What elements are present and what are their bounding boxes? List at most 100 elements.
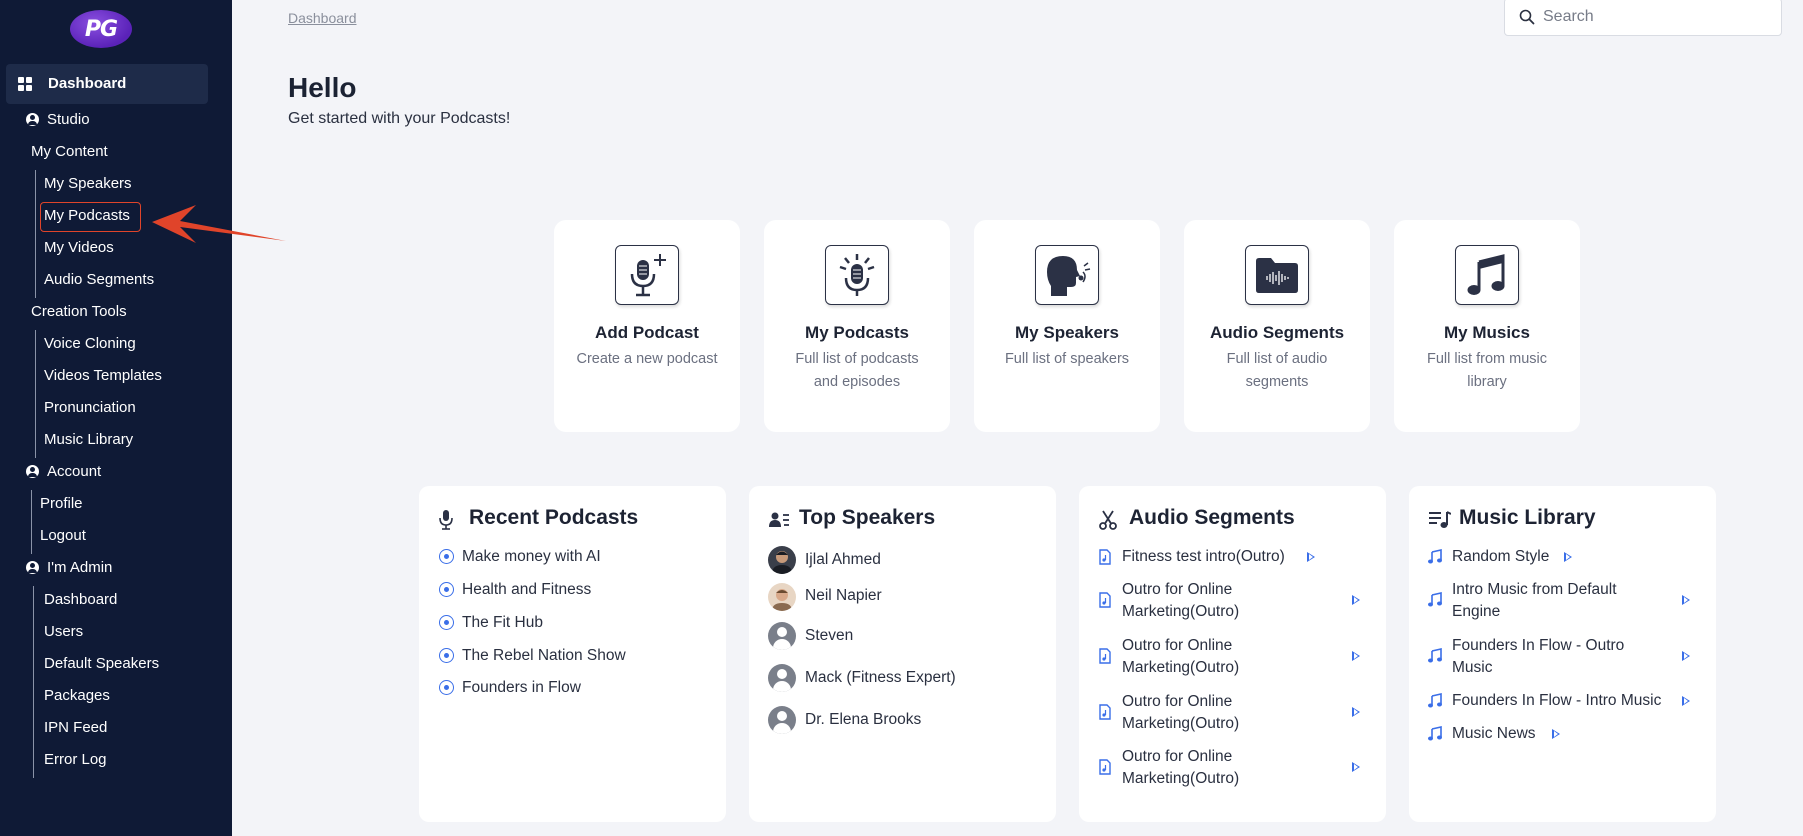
page-title: Hello bbox=[288, 72, 357, 103]
search-box[interactable] bbox=[1504, 0, 1782, 36]
play-icon[interactable] bbox=[1307, 552, 1315, 562]
list-item[interactable]: Dr. Elena Brooks bbox=[805, 709, 921, 731]
sidebar-item-users[interactable]: Users bbox=[44, 622, 83, 642]
list-item[interactable]: Outro for Online Marketing(Outro) bbox=[1122, 635, 1292, 679]
music-note-icon bbox=[1428, 726, 1442, 741]
list-item[interactable]: Make money with AI bbox=[462, 546, 601, 568]
radio-icon bbox=[439, 615, 454, 630]
radio-icon bbox=[439, 648, 454, 663]
card-description: Full list from music library bbox=[1426, 351, 1548, 390]
user-circle-icon bbox=[26, 113, 39, 126]
recent-podcasts-panel: Recent Podcasts Make money with AI Healt… bbox=[419, 486, 726, 822]
list-item[interactable]: Fitness test intro(Outro) bbox=[1122, 546, 1285, 568]
music-note-icon bbox=[1455, 245, 1519, 305]
list-item[interactable]: Mack (Fitness Expert) bbox=[805, 667, 956, 689]
my-podcasts-card[interactable]: My Podcasts Full list of podcasts and ep… bbox=[764, 220, 950, 432]
top-speakers-panel: Top Speakers Ijlal Ahmed Neil Napier Ste… bbox=[749, 486, 1056, 822]
annotation-arrow bbox=[152, 205, 286, 243]
list-item[interactable]: Music News bbox=[1452, 723, 1536, 745]
sidebar-rail bbox=[35, 170, 36, 298]
audio-file-icon bbox=[1099, 592, 1111, 608]
sidebar-item-my-speakers[interactable]: My Speakers bbox=[44, 174, 132, 194]
list-item[interactable]: Founders in Flow bbox=[462, 677, 581, 699]
list-item[interactable]: The Rebel Nation Show bbox=[462, 645, 626, 667]
card-title: My Musics bbox=[1444, 323, 1530, 342]
avatar bbox=[768, 664, 796, 692]
radio-icon bbox=[439, 582, 454, 597]
play-icon[interactable] bbox=[1552, 729, 1560, 739]
search-input[interactable] bbox=[1543, 5, 1773, 29]
list-item[interactable]: Neil Napier bbox=[805, 585, 882, 607]
play-icon[interactable] bbox=[1682, 696, 1690, 706]
play-icon[interactable] bbox=[1564, 552, 1572, 562]
list-item[interactable]: The Fit Hub bbox=[462, 612, 543, 634]
audio-segments-card[interactable]: Audio Segments Full list of audio segmen… bbox=[1184, 220, 1370, 432]
sidebar: PG Dashboard Studio My Content My Speake… bbox=[0, 0, 232, 836]
music-note-icon bbox=[1428, 549, 1442, 564]
play-icon[interactable] bbox=[1682, 651, 1690, 661]
sidebar-item-account[interactable]: Account bbox=[26, 462, 101, 482]
panel-title: Audio Segments bbox=[1129, 506, 1295, 529]
user-list-icon bbox=[769, 512, 789, 527]
my-speakers-card[interactable]: My Speakers Full list of speakers bbox=[974, 220, 1160, 432]
play-icon[interactable] bbox=[1352, 595, 1360, 605]
breadcrumb[interactable]: Dashboard bbox=[288, 10, 357, 26]
pg-logo[interactable]: PG bbox=[70, 10, 132, 48]
sidebar-item-studio[interactable]: Studio bbox=[26, 110, 90, 130]
sidebar-item-default-speakers[interactable]: Default Speakers bbox=[44, 654, 159, 674]
play-icon[interactable] bbox=[1352, 707, 1360, 717]
avatar bbox=[768, 622, 796, 650]
sidebar-item-pronunciation[interactable]: Pronunciation bbox=[44, 398, 136, 418]
sidebar-item-audio-segments[interactable]: Audio Segments bbox=[44, 270, 154, 290]
playlist-icon bbox=[1429, 511, 1451, 528]
list-item[interactable]: Health and Fitness bbox=[462, 579, 591, 601]
sidebar-item-ipn-feed[interactable]: IPN Feed bbox=[44, 718, 107, 738]
highlight-box bbox=[40, 202, 141, 232]
mic-plus-icon bbox=[615, 245, 679, 305]
list-item[interactable]: Outro for Online Marketing(Outro) bbox=[1122, 691, 1292, 735]
music-note-icon bbox=[1428, 693, 1442, 708]
sidebar-rail bbox=[35, 330, 36, 458]
list-item[interactable]: Ijlal Ahmed bbox=[805, 549, 881, 571]
add-podcast-card[interactable]: Add Podcast Create a new podcast bbox=[554, 220, 740, 432]
list-item[interactable]: Steven bbox=[805, 625, 853, 647]
sidebar-item-my-videos[interactable]: My Videos bbox=[44, 238, 114, 258]
sidebar-rail bbox=[31, 490, 32, 554]
microphone-icon bbox=[439, 510, 453, 530]
list-item[interactable]: Outro for Online Marketing(Outro) bbox=[1122, 579, 1292, 623]
search-icon bbox=[1519, 9, 1535, 25]
sidebar-item-admin-dashboard[interactable]: Dashboard bbox=[44, 590, 117, 610]
sidebar-item-error-log[interactable]: Error Log bbox=[44, 750, 107, 770]
play-icon[interactable] bbox=[1352, 762, 1360, 772]
sidebar-item-music-library[interactable]: Music Library bbox=[44, 430, 133, 450]
sidebar-rail bbox=[33, 586, 34, 778]
panel-title: Top Speakers bbox=[799, 506, 936, 529]
list-item[interactable]: Founders In Flow - Outro Music bbox=[1452, 635, 1652, 679]
avatar bbox=[768, 546, 796, 574]
sidebar-item-dashboard[interactable]: Dashboard bbox=[6, 64, 208, 104]
card-title: My Speakers bbox=[1015, 323, 1119, 342]
dashboard-icon bbox=[18, 77, 32, 91]
sidebar-item-packages[interactable]: Packages bbox=[44, 686, 110, 706]
avatar bbox=[768, 583, 796, 611]
play-icon[interactable] bbox=[1352, 651, 1360, 661]
sidebar-item-profile[interactable]: Profile bbox=[40, 494, 83, 514]
panel-title: Music Library bbox=[1459, 506, 1596, 529]
sidebar-item-videos-templates[interactable]: Videos Templates bbox=[44, 366, 162, 386]
list-item[interactable]: Founders In Flow - Intro Music bbox=[1452, 690, 1661, 712]
user-circle-icon bbox=[26, 561, 39, 574]
list-item[interactable]: Outro for Online Marketing(Outro) bbox=[1122, 746, 1292, 790]
music-note-icon bbox=[1428, 648, 1442, 663]
card-title: My Podcasts bbox=[805, 323, 909, 342]
sidebar-item-logout[interactable]: Logout bbox=[40, 526, 86, 546]
play-icon[interactable] bbox=[1682, 595, 1690, 605]
sidebar-item-creation-tools[interactable]: Creation Tools bbox=[31, 302, 127, 322]
sidebar-item-admin[interactable]: I'm Admin bbox=[26, 558, 112, 578]
card-title: Add Podcast bbox=[595, 323, 699, 342]
sidebar-item-my-content[interactable]: My Content bbox=[31, 142, 108, 162]
music-library-panel: Music Library Random Style Intro Music f… bbox=[1409, 486, 1716, 822]
sidebar-item-voice-cloning[interactable]: Voice Cloning bbox=[44, 334, 136, 354]
list-item[interactable]: Random Style bbox=[1452, 546, 1549, 568]
list-item[interactable]: Intro Music from Default Engine bbox=[1452, 579, 1662, 623]
my-musics-card[interactable]: My Musics Full list from music library bbox=[1394, 220, 1580, 432]
